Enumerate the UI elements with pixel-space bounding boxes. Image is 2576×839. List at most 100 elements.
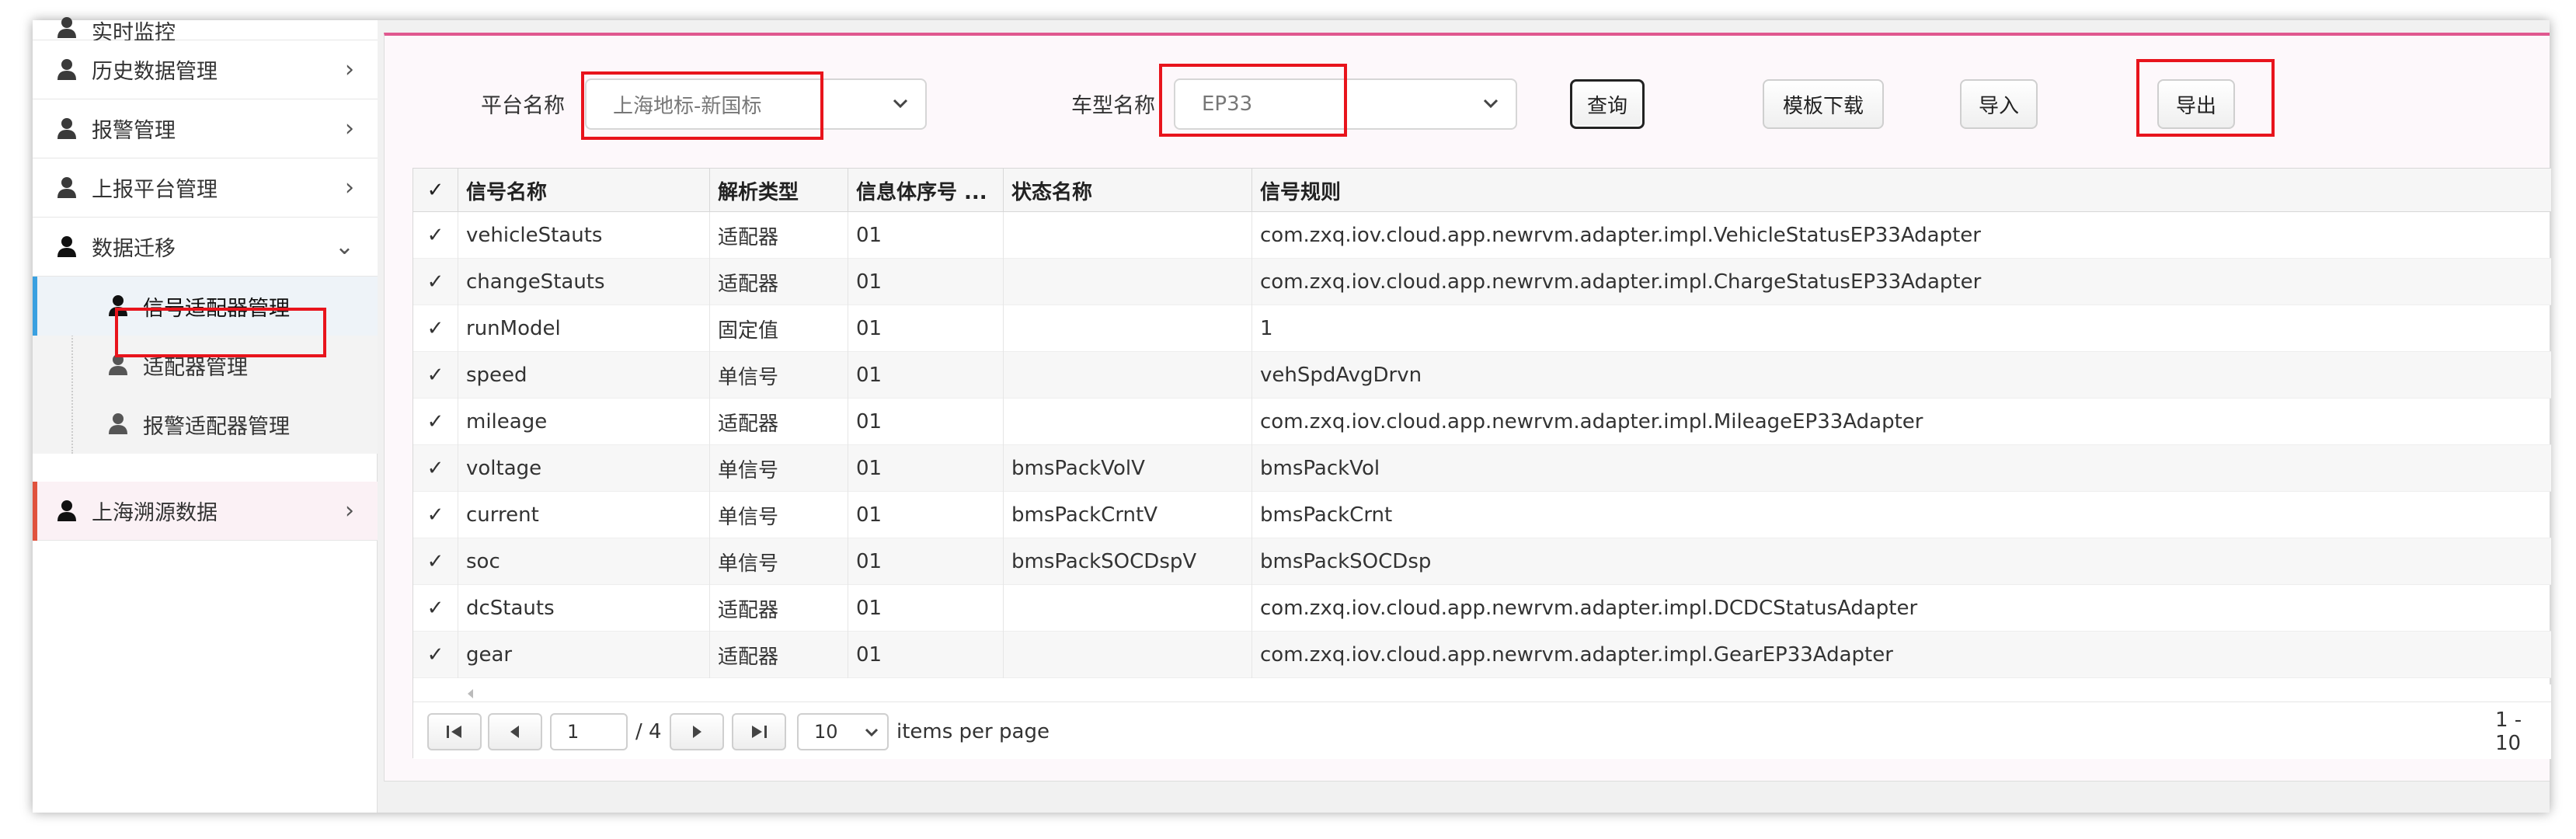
table-cell: 适配器 <box>710 212 848 259</box>
row-checkbox[interactable]: ✓ <box>413 632 458 678</box>
row-checkbox[interactable]: ✓ <box>413 259 458 305</box>
grid-header: ✓ 信号名称 解析类型 信息体序号 ... 状态名称 信号规则 <box>413 169 2551 212</box>
table-cell: bmsPackSOCDspV <box>1004 538 1252 585</box>
sidebar-item-shanghai-trace[interactable]: 上海溯源数据 › <box>33 481 378 541</box>
annotation-highlight <box>2136 59 2275 137</box>
table-cell <box>1004 399 1252 445</box>
column-header[interactable]: 信息体序号 ... <box>848 169 1004 212</box>
table-row[interactable]: ✓ changeStauts 适配器 01 com.zxq.iov.cloud.… <box>413 259 2551 305</box>
last-page-button[interactable] <box>732 713 786 750</box>
template-download-button[interactable]: 模板下载 <box>1763 79 1884 129</box>
page-range: 1 - 10 <box>2495 708 2522 755</box>
sidebar-item-alarm[interactable]: 报警管理 › <box>33 99 378 158</box>
table-cell: bmsPackVolV <box>1004 445 1252 492</box>
last-page-icon <box>752 726 767 738</box>
prev-page-button[interactable] <box>488 713 542 750</box>
table-cell <box>1004 259 1252 305</box>
pagination: 1 / 4 10 items per page 1 - 10 <box>413 701 2551 759</box>
table-cell: 01 <box>848 445 1004 492</box>
chevron-right-icon: › <box>345 115 354 142</box>
chevron-down-icon: ⌄ <box>334 233 354 260</box>
annotation-highlight <box>581 71 823 140</box>
user-icon <box>56 176 78 199</box>
table-cell: vehSpdAvgDrvn <box>1260 364 1422 387</box>
table-cell: 01 <box>848 305 1004 352</box>
page-size-value: 10 <box>814 721 838 743</box>
table-cell: gear <box>458 632 710 678</box>
column-header[interactable]: 解析类型 <box>710 169 848 212</box>
table-row[interactable]: ✓ current 单信号 01 bmsPackCrntV bmsPackCrn… <box>413 492 2551 538</box>
table-cell: 单信号 <box>710 492 848 538</box>
annotation-highlight <box>1159 64 1347 137</box>
table-row[interactable]: ✓ runModel 固定值 01 1 <box>413 305 2551 352</box>
table-cell: 适配器 <box>710 259 848 305</box>
table-cell <box>1004 352 1252 399</box>
chevron-right-icon: › <box>345 497 354 524</box>
user-icon <box>56 235 78 258</box>
table-cell: soc <box>458 538 710 585</box>
chevron-down-icon <box>1481 94 1500 118</box>
sidebar-item-data-migration[interactable]: 数据迁移 ⌄ <box>33 218 378 277</box>
next-page-icon <box>693 726 701 738</box>
horizontal-scrollbar[interactable] <box>413 684 2551 701</box>
chevron-right-icon: › <box>345 56 354 83</box>
table-cell <box>1004 305 1252 352</box>
table-cell: 01 <box>848 492 1004 538</box>
select-all-checkbox[interactable]: ✓ <box>413 169 458 212</box>
page-size-select[interactable]: 10 <box>797 713 889 750</box>
table-cell: com.zxq.iov.cloud.app.newrvm.adapter.imp… <box>1260 270 1982 294</box>
table-cell: changeStauts <box>458 259 710 305</box>
model-label: 车型名称 <box>1071 94 1155 118</box>
row-checkbox[interactable]: ✓ <box>413 492 458 538</box>
row-checkbox[interactable]: ✓ <box>413 399 458 445</box>
row-checkbox[interactable]: ✓ <box>413 305 458 352</box>
row-checkbox[interactable]: ✓ <box>413 538 458 585</box>
table-row[interactable]: ✓ speed 单信号 01 vehSpdAvgDrvn <box>413 352 2551 399</box>
page-number-input[interactable]: 1 <box>550 713 628 750</box>
prev-page-icon <box>510 726 519 738</box>
first-page-button[interactable] <box>427 713 482 750</box>
selected-indicator <box>33 277 37 336</box>
sidebar-subitem-alarm-adapter[interactable]: 报警适配器管理 <box>33 395 378 454</box>
user-icon <box>56 117 78 140</box>
query-button[interactable]: 查询 <box>1570 79 1645 129</box>
chevron-down-icon <box>865 728 879 737</box>
column-header[interactable]: 状态名称 <box>1004 169 1252 212</box>
import-button[interactable]: 导入 <box>1960 79 2038 129</box>
row-checkbox[interactable]: ✓ <box>413 352 458 399</box>
table-row[interactable]: ✓ voltage 单信号 01 bmsPackVolV bmsPackVol <box>413 445 2551 492</box>
table-cell: 01 <box>848 399 1004 445</box>
sidebar-item-report-platform[interactable]: 上报平台管理 › <box>33 158 378 218</box>
next-page-button[interactable] <box>670 713 724 750</box>
column-header[interactable]: 信号名称 <box>458 169 710 212</box>
screenshot-canvas: 实时监控 历史数据管理 › 报警管理 › 上报平台管理 › 数据迁移 ⌄ 信号适… <box>0 0 2576 839</box>
scroll-left-icon[interactable] <box>463 686 479 701</box>
table-cell: bmsPackCrntV <box>1004 492 1252 538</box>
column-header[interactable]: 信号规则 <box>1252 169 2551 212</box>
sidebar-item-label: 上报平台管理 <box>92 178 218 202</box>
table-row[interactable]: ✓ mileage 适配器 01 com.zxq.iov.cloud.app.n… <box>413 399 2551 445</box>
items-per-page-label: items per page <box>896 720 1050 743</box>
first-page-icon <box>447 726 461 738</box>
table-cell: 适配器 <box>710 585 848 632</box>
table-row[interactable]: ✓ dcStauts 适配器 01 com.zxq.iov.cloud.app.… <box>413 585 2551 632</box>
table-row[interactable]: ✓ soc 单信号 01 bmsPackSOCDspV bmsPackSOCDs… <box>413 538 2551 585</box>
sidebar-item-history[interactable]: 历史数据管理 › <box>33 40 378 99</box>
annotation-highlight <box>115 308 326 357</box>
table-cell: 1 <box>1260 317 1273 340</box>
table-cell: voltage <box>458 445 710 492</box>
row-checkbox[interactable]: ✓ <box>413 585 458 632</box>
table-row[interactable]: ✓ vehicleStauts 适配器 01 com.zxq.iov.cloud… <box>413 212 2551 259</box>
table-cell: 单信号 <box>710 445 848 492</box>
table-row[interactable]: ✓ gear 适配器 01 com.zxq.iov.cloud.app.newr… <box>413 632 2551 678</box>
chevron-down-icon <box>891 94 910 118</box>
table-cell <box>1004 212 1252 259</box>
table-cell: 01 <box>848 538 1004 585</box>
row-checkbox[interactable]: ✓ <box>413 445 458 492</box>
table-cell: 适配器 <box>710 632 848 678</box>
row-checkbox[interactable]: ✓ <box>413 212 458 259</box>
user-icon <box>107 412 129 435</box>
table-cell: runModel <box>458 305 710 352</box>
sidebar-item-realtime-monitor[interactable]: 实时监控 <box>33 17 378 45</box>
sidebar-item-label: 历史数据管理 <box>92 60 218 84</box>
